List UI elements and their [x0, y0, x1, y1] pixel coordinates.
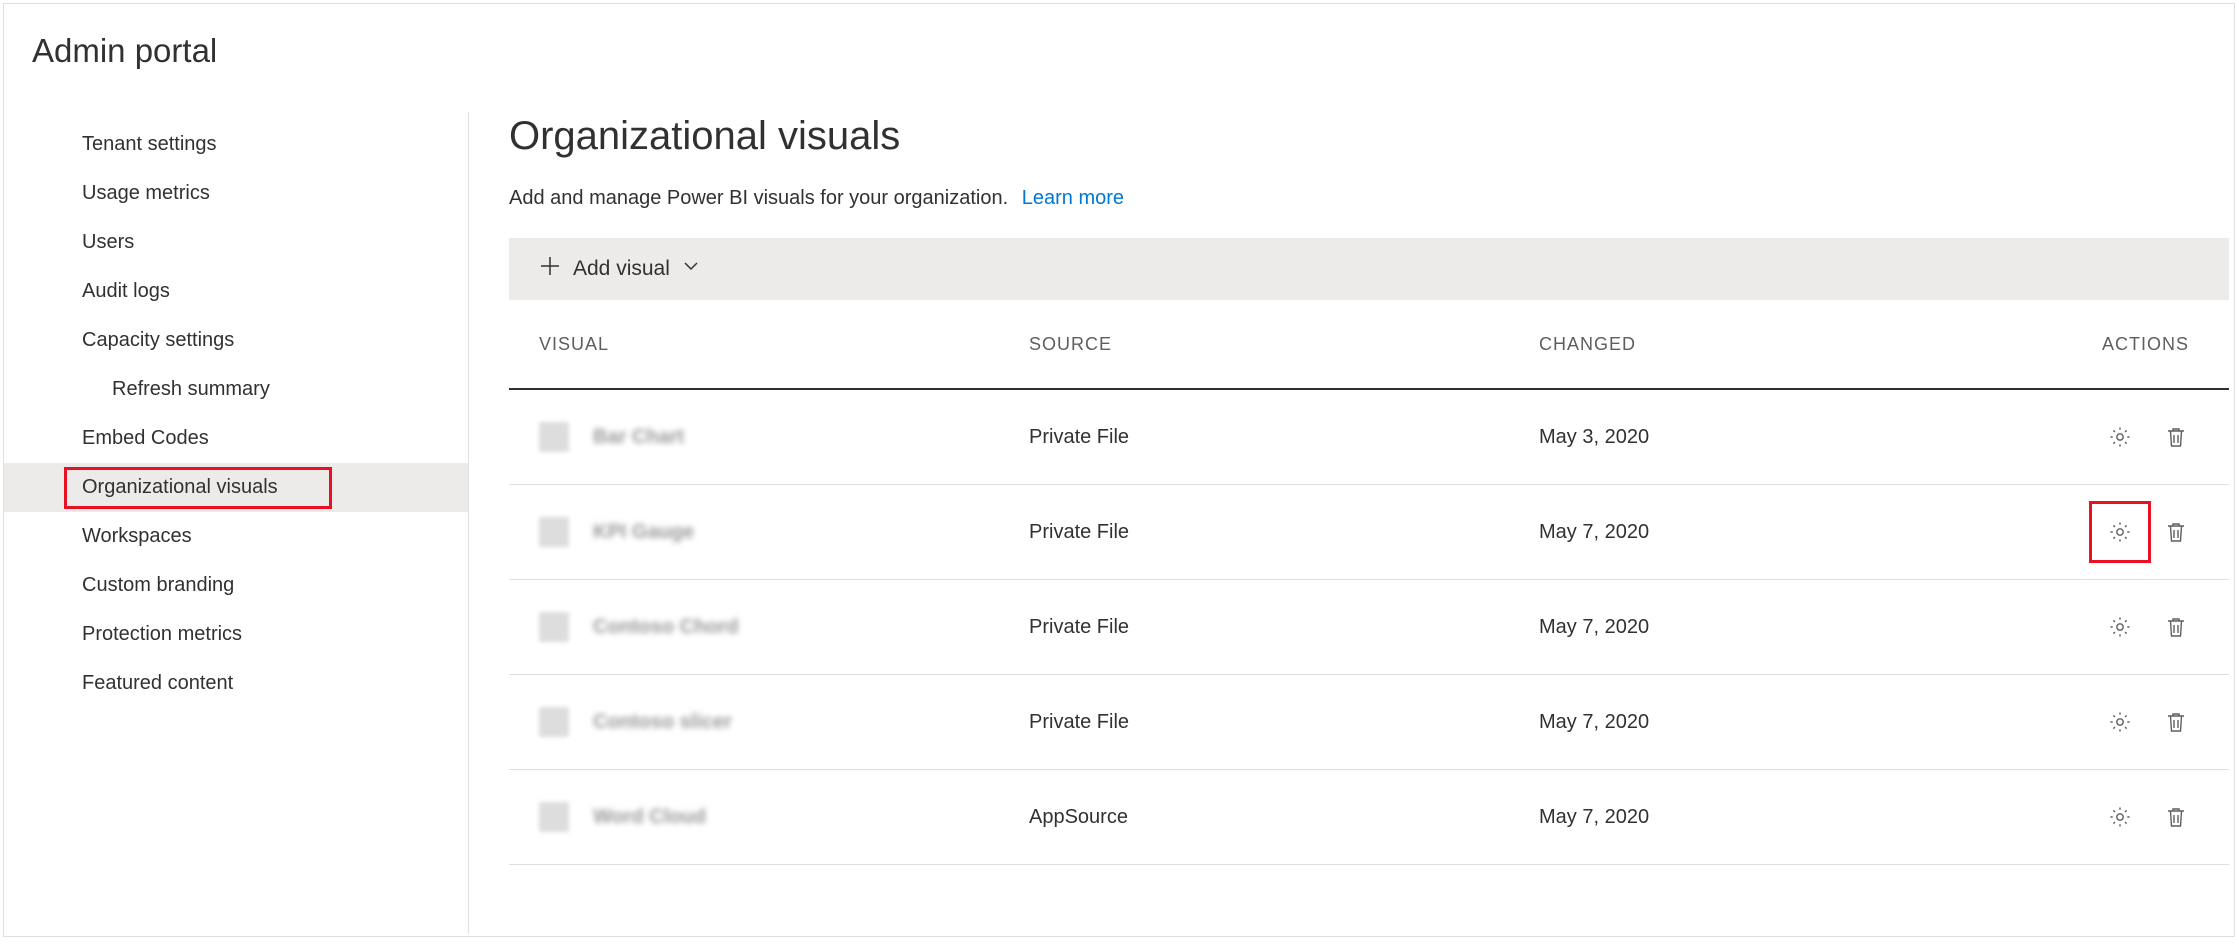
add-visual-button[interactable]: Add visual	[539, 255, 700, 283]
visual-cell: Word Cloud	[539, 802, 1029, 832]
gear-icon[interactable]	[2107, 709, 2133, 735]
plus-icon	[539, 255, 561, 283]
visual-name[interactable]: Bar Chart	[593, 426, 684, 449]
changed-cell: May 7, 2020	[1539, 711, 2039, 734]
visual-name[interactable]: Contoso Chord	[593, 616, 739, 639]
sidebar-item-users[interactable]: Users	[4, 218, 468, 267]
changed-cell: May 3, 2020	[1539, 426, 2039, 449]
add-visual-label: Add visual	[573, 257, 670, 281]
col-header-source[interactable]: SOURCE	[1029, 334, 1539, 355]
portal-title: Admin portal	[4, 4, 2234, 70]
table-header: VISUAL SOURCE CHANGED ACTIONS	[509, 300, 2229, 390]
visual-thumbnail-icon	[539, 517, 569, 547]
sidebar-item-protection-metrics[interactable]: Protection metrics	[4, 610, 468, 659]
visual-cell: Contoso Chord	[539, 612, 1029, 642]
sidebar-item-custom-branding[interactable]: Custom branding	[4, 561, 468, 610]
actions-cell	[2039, 709, 2189, 735]
visual-thumbnail-icon	[539, 707, 569, 737]
gear-icon[interactable]	[2107, 614, 2133, 640]
trash-icon[interactable]	[2163, 804, 2189, 830]
gear-icon[interactable]	[2107, 804, 2133, 830]
visual-name[interactable]: KPI Gauge	[593, 521, 694, 544]
sidebar-item-capacity-settings[interactable]: Capacity settings	[4, 316, 468, 365]
sidebar-item-audit-logs[interactable]: Audit logs	[4, 267, 468, 316]
gear-icon[interactable]	[2107, 424, 2133, 450]
toolbar: Add visual	[509, 238, 2229, 300]
changed-cell: May 7, 2020	[1539, 806, 2039, 829]
sidebar-item-workspaces[interactable]: Workspaces	[4, 512, 468, 561]
page-title: Organizational visuals	[509, 114, 2234, 159]
source-cell: Private File	[1029, 521, 1539, 544]
sidebar-item-tenant-settings[interactable]: Tenant settings	[4, 120, 468, 169]
page-description: Add and manage Power BI visuals for your…	[509, 187, 2234, 210]
table-row: Contoso slicer Private FileMay 7, 2020	[509, 675, 2229, 770]
actions-cell	[2039, 424, 2189, 450]
visuals-table: VISUAL SOURCE CHANGED ACTIONS Bar Chart P…	[509, 300, 2229, 865]
page-description-text: Add and manage Power BI visuals for your…	[509, 187, 1008, 209]
source-cell: Private File	[1029, 426, 1539, 449]
changed-cell: May 7, 2020	[1539, 616, 2039, 639]
visual-thumbnail-icon	[539, 422, 569, 452]
visual-name[interactable]: Contoso slicer	[593, 711, 732, 734]
table-row: Word Cloud AppSourceMay 7, 2020	[509, 770, 2229, 865]
actions-cell	[2039, 614, 2189, 640]
visual-name[interactable]: Word Cloud	[593, 806, 706, 829]
visual-thumbnail-icon	[539, 612, 569, 642]
gear-icon[interactable]	[2107, 519, 2133, 545]
visual-cell: Bar Chart	[539, 422, 1029, 452]
table-row: Bar Chart Private FileMay 3, 2020	[509, 390, 2229, 485]
table-row: Contoso Chord Private FileMay 7, 2020	[509, 580, 2229, 675]
sidebar-item-organizational-visuals[interactable]: Organizational visuals	[4, 463, 468, 512]
trash-icon[interactable]	[2163, 709, 2189, 735]
visual-cell: Contoso slicer	[539, 707, 1029, 737]
visual-cell: KPI Gauge	[539, 517, 1029, 547]
sidebar: Tenant settingsUsage metricsUsersAudit l…	[4, 112, 469, 934]
changed-cell: May 7, 2020	[1539, 521, 2039, 544]
sidebar-item-featured-content[interactable]: Featured content	[4, 659, 468, 708]
actions-cell	[2039, 804, 2189, 830]
table-row: KPI Gauge Private FileMay 7, 2020	[509, 485, 2229, 580]
chevron-down-icon	[682, 257, 700, 281]
source-cell: Private File	[1029, 711, 1539, 734]
learn-more-link[interactable]: Learn more	[1022, 187, 1124, 209]
visual-thumbnail-icon	[539, 802, 569, 832]
col-header-changed[interactable]: CHANGED	[1539, 334, 2039, 355]
source-cell: Private File	[1029, 616, 1539, 639]
main-content: Organizational visuals Add and manage Po…	[469, 112, 2234, 934]
trash-icon[interactable]	[2163, 614, 2189, 640]
source-cell: AppSource	[1029, 806, 1539, 829]
trash-icon[interactable]	[2163, 519, 2189, 545]
sidebar-item-embed-codes[interactable]: Embed Codes	[4, 414, 468, 463]
trash-icon[interactable]	[2163, 424, 2189, 450]
col-header-visual[interactable]: VISUAL	[539, 334, 1029, 355]
sidebar-item-usage-metrics[interactable]: Usage metrics	[4, 169, 468, 218]
actions-cell	[2039, 519, 2189, 545]
col-header-actions: ACTIONS	[2039, 334, 2189, 355]
selection-highlight	[64, 467, 332, 509]
sidebar-item-refresh-summary[interactable]: Refresh summary	[4, 365, 468, 414]
